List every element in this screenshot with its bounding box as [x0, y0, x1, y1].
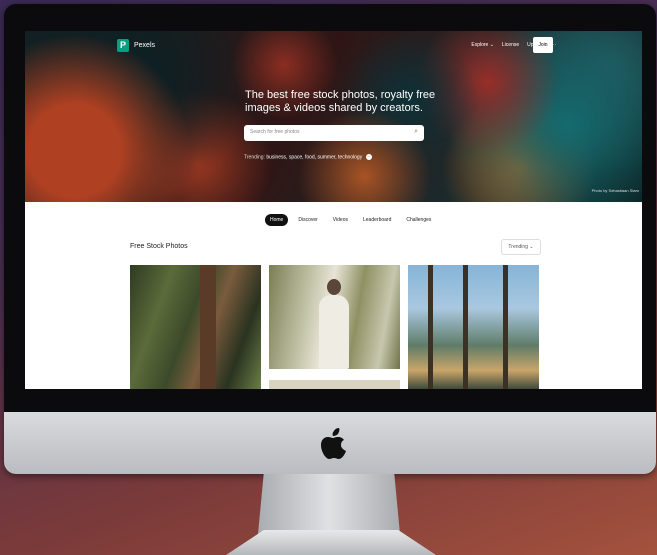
nav-explore[interactable]: Explore ⌄ [471, 42, 494, 48]
pexels-logo[interactable]: P Pexels [117, 39, 155, 52]
tab-videos[interactable]: Videos [328, 214, 353, 226]
hero-banner: P Pexels Explore ⌄ License Upload ··· Jo… [25, 31, 642, 202]
hero-overlay [25, 31, 642, 202]
sort-dropdown[interactable]: Trending ⌄ [501, 239, 541, 255]
monitor-stand [258, 474, 400, 534]
pexels-logo-icon: P [117, 39, 129, 52]
tab-home[interactable]: Home [265, 214, 289, 226]
person-head [327, 279, 341, 295]
trending-terms[interactable]: business, space, food, summer, technolog… [266, 154, 362, 160]
person-figure [319, 295, 349, 369]
search-icon[interactable]: ⌕ [414, 128, 418, 136]
tree-trunk [463, 265, 468, 389]
brand-name: Pexels [134, 42, 156, 49]
tree-trunk [428, 265, 433, 389]
join-button[interactable]: Join [533, 37, 553, 53]
hero-headline: The best free stock photos, royalty free… [245, 89, 436, 114]
apple-logo-icon [321, 428, 346, 459]
browser-screen: P Pexels Explore ⌄ License Upload ··· Jo… [25, 31, 642, 389]
tab-leaderboard[interactable]: Leaderboard [358, 214, 396, 226]
photo-partial[interactable] [269, 380, 400, 389]
section-title: Free Stock Photos [130, 243, 188, 250]
trending-more-icon[interactable]: ··· [365, 154, 372, 160]
tab-discover[interactable]: Discover [293, 214, 322, 226]
search-input[interactable]: Search for free photos ⌕ [244, 125, 424, 141]
photo-tall-trees[interactable] [408, 265, 539, 389]
tree-trunk [503, 265, 508, 389]
tree-trunk [200, 265, 216, 389]
monitor-stand-base [226, 530, 436, 555]
photo-forest-tree[interactable] [130, 265, 261, 389]
search-placeholder: Search for free photos [250, 129, 300, 135]
trending-row: Trending: business, space, food, summer,… [244, 154, 372, 160]
photo-credit[interactable]: Photo by Sebastiaan Stam [592, 188, 639, 193]
main-tabs: Home Discover Videos Leaderboard Challen… [265, 214, 436, 226]
tab-challenges[interactable]: Challenges [401, 214, 436, 226]
photo-person-in-grass[interactable] [269, 265, 400, 369]
nav-license[interactable]: License [502, 42, 519, 48]
trending-label: Trending: [244, 154, 265, 161]
